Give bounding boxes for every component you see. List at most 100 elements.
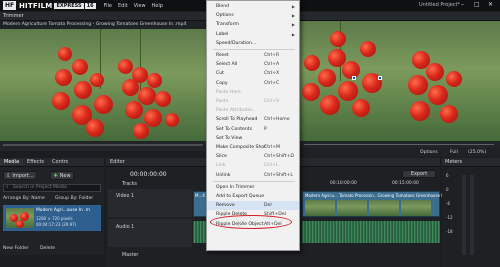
menu-item-paste: Paste Ctrl+V	[207, 97, 299, 106]
tab-effects[interactable]: Effects	[23, 159, 48, 165]
transform-handle-right[interactable]	[378, 76, 382, 80]
menu-item-label: Transform	[216, 22, 239, 28]
new-button[interactable]: ✚ New	[50, 171, 74, 180]
trimmer-transport-bar	[0, 141, 206, 151]
transform-handle-left[interactable]	[352, 76, 356, 80]
menu-item-label: Cut	[216, 71, 224, 77]
menu-item-shortcut: Ctrl+X	[264, 71, 280, 77]
menu-separator	[213, 180, 295, 182]
export-label: Export	[410, 171, 428, 177]
menu-help[interactable]: Help	[152, 3, 163, 9]
trimmer-media-name: Modern Agriculture Tomato Processing - G…	[0, 21, 206, 29]
menu-item-shortcut: Ctrl+L	[264, 163, 279, 169]
menu-item-shortcut: Ctrl+Shift+D	[264, 154, 294, 160]
menu-item-label: Options	[216, 13, 234, 19]
menu-item-label: Copy	[216, 80, 228, 86]
tab-controls[interactable]: Controls	[48, 159, 68, 165]
media-item-duration: 00:04:17:23 (29.97)	[36, 222, 77, 227]
delete-button[interactable]: Delete	[40, 246, 55, 251]
menu-item-slice[interactable]: Slice Ctrl+Shift+D	[207, 152, 299, 161]
media-panel: ⇩ Import... ✚ New ⌕ Search in Project Me…	[0, 167, 104, 255]
menu-item-set-to-view[interactable]: Set To View	[207, 134, 299, 143]
media-thumbnail	[6, 208, 34, 228]
menu-item-make-composite-shot[interactable]: Make Composite Shot Ctrl+M	[207, 143, 299, 152]
video-clip-label: Modern Agricu... Tomato Processin...Grow…	[305, 193, 457, 198]
viewer-options-dropdown[interactable]: Options	[420, 150, 438, 155]
menu-item-copy[interactable]: Copy Ctrl+C	[207, 79, 299, 88]
viewer-quality-dropdown[interactable]: Full	[450, 150, 458, 155]
menu-item-options[interactable]: Options ▶	[207, 11, 299, 20]
video-clip[interactable]: Modern Agricu... Tomato Processin...Grow…	[302, 191, 457, 217]
menu-item-shortcut: Ctrl+A	[264, 62, 280, 68]
menu-item-label: Reset	[216, 53, 229, 58]
menu-item-set-to-contents[interactable]: Set To Contents P	[207, 125, 299, 134]
meter-scale-minus18: -18	[446, 229, 453, 234]
menu-item-transform[interactable]: Transform ▶	[207, 20, 299, 29]
media-search-input[interactable]: ⌕ Search in Project Media	[3, 184, 101, 192]
menu-item-shortcut: Del	[264, 203, 272, 209]
menu-item-speed-duration[interactable]: Speed/Duration...	[207, 39, 299, 48]
menu-item-open-in-trimmer[interactable]: Open In Trimmer	[207, 183, 299, 192]
menu-item-label: Add to Export Queue	[216, 194, 265, 199]
menu-item-label: Blend	[216, 4, 230, 9]
video-clip-start[interactable]: M...4	[193, 191, 207, 217]
trimmer-header: Trimmer	[0, 12, 206, 21]
menu-item-add-to-export-queue[interactable]: Add to Export Queue	[207, 192, 299, 201]
menu-item-cut[interactable]: Cut Ctrl+X	[207, 69, 299, 78]
group-by-dropdown[interactable]: Group By: Folder	[55, 196, 93, 201]
minimize-button[interactable]: –	[461, 1, 464, 8]
menu-item-label: Slice	[216, 154, 227, 160]
new-folder-button[interactable]: New Folder	[3, 246, 29, 251]
trimmer-video-frame	[0, 29, 206, 141]
ruler-label-2: 00:15:00:00	[392, 181, 419, 186]
ruler-label-1: 00:10:00:00	[330, 181, 357, 186]
submenu-arrow-icon: ▶	[291, 13, 295, 19]
export-button[interactable]: Export	[402, 170, 436, 178]
viewer-zoom-dropdown[interactable]: (25.0%)	[468, 150, 486, 155]
menu-edit[interactable]: Edit	[118, 3, 128, 9]
tracks-label: Tracks	[122, 182, 138, 187]
media-item-name: Modern Agri...ouse In .m	[36, 208, 90, 213]
menu-item-label: Paste Here	[216, 89, 241, 95]
menu-item-blend[interactable]: Blend ▶	[207, 2, 299, 11]
menu-view[interactable]: View	[134, 3, 146, 9]
menu-item-link: Link Ctrl+L	[207, 161, 299, 170]
menu-item-reset[interactable]: Reset Ctrl+R	[207, 51, 299, 60]
menu-item-shortcut: Ctrl+R	[264, 53, 280, 58]
close-button[interactable]: ✕	[488, 1, 493, 8]
menu-item-shortcut: Ctrl+C	[264, 80, 280, 86]
menu-item-unlink[interactable]: Unlink Ctrl+Shift+L	[207, 171, 299, 180]
meter-scale-0: 0	[446, 187, 449, 192]
meter-scale-minus12: -12	[446, 215, 453, 220]
app-version: 16	[84, 2, 96, 9]
new-label: New	[59, 172, 71, 179]
menu-item-label: Make Composite Shot	[216, 145, 266, 150]
menu-item-label: Paste Attributes...	[216, 108, 257, 114]
audio-clip[interactable]	[302, 221, 440, 243]
editor-timecode[interactable]: 00:00:00:00	[130, 171, 167, 178]
menu-item-label[interactable]: Label ▶	[207, 30, 299, 39]
viewer-scrubber[interactable]	[300, 141, 500, 148]
tab-media[interactable]: Media	[0, 159, 24, 165]
import-label: Import...	[12, 172, 34, 179]
audio-track-header: Audio 1	[108, 219, 192, 247]
meters-title: Meters	[445, 159, 463, 165]
menu-item-label: Paste	[216, 99, 229, 104]
menu-separator	[213, 49, 295, 50]
arrange-by-dropdown[interactable]: Arrange By: Name	[3, 196, 45, 201]
trimmer-scrubber[interactable]	[3, 144, 203, 146]
menu-item-label: Select All	[216, 62, 238, 68]
menu-item-select-all[interactable]: Select All Ctrl+A	[207, 60, 299, 69]
import-icon: ⇩	[6, 172, 11, 179]
plus-icon: ✚	[53, 172, 58, 179]
menu-item-shortcut: Ctrl+V	[264, 99, 280, 104]
menu-file[interactable]: File	[104, 3, 112, 9]
menu-item-scroll-to-playhead[interactable]: Scroll To Playhead Ctrl+Home	[207, 115, 299, 124]
media-item[interactable]: Modern Agri...ouse In .m 1280 × 720 pixe…	[3, 205, 101, 231]
audio-clip-start[interactable]	[193, 221, 207, 243]
import-button[interactable]: ⇩ Import...	[3, 171, 37, 180]
menu-item-remove[interactable]: Remove Del	[207, 201, 299, 211]
maximize-button[interactable]: □	[474, 1, 480, 8]
app-logo: HF	[3, 1, 16, 10]
meter-scale-minus6: -6	[446, 201, 450, 206]
